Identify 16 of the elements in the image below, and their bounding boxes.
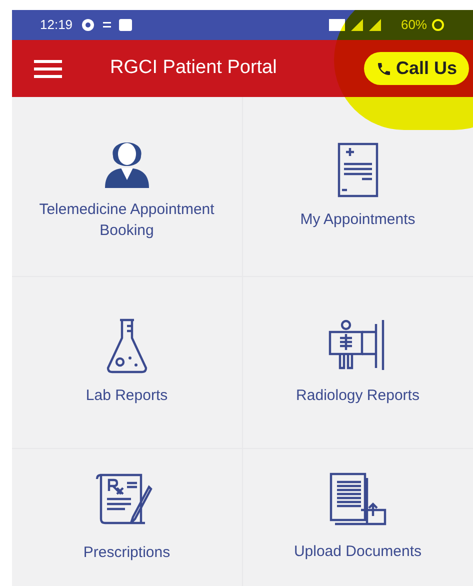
document-icon (336, 142, 380, 198)
tile-label[interactable]: My Appointments (300, 210, 416, 231)
equals-icon (102, 22, 111, 28)
tile-label[interactable]: Upload Documents (294, 542, 422, 563)
call-us-button[interactable]: Call Us (364, 52, 469, 85)
app-title: RGCI Patient Portal (110, 56, 277, 80)
battery-level: 60% (400, 16, 427, 34)
phone-icon (376, 60, 392, 76)
status-time: 12:19 (40, 16, 73, 34)
message-icon (118, 19, 132, 31)
menu-icon[interactable] (34, 60, 62, 78)
tile-label[interactable]: Radiology Reports (296, 386, 420, 407)
tile-label[interactable]: Prescriptions (83, 543, 170, 564)
tile-label[interactable]: Telemedicine Appointment Booking (32, 200, 222, 242)
tile-label[interactable]: Lab Reports (86, 386, 168, 407)
notification-icon (80, 18, 95, 32)
